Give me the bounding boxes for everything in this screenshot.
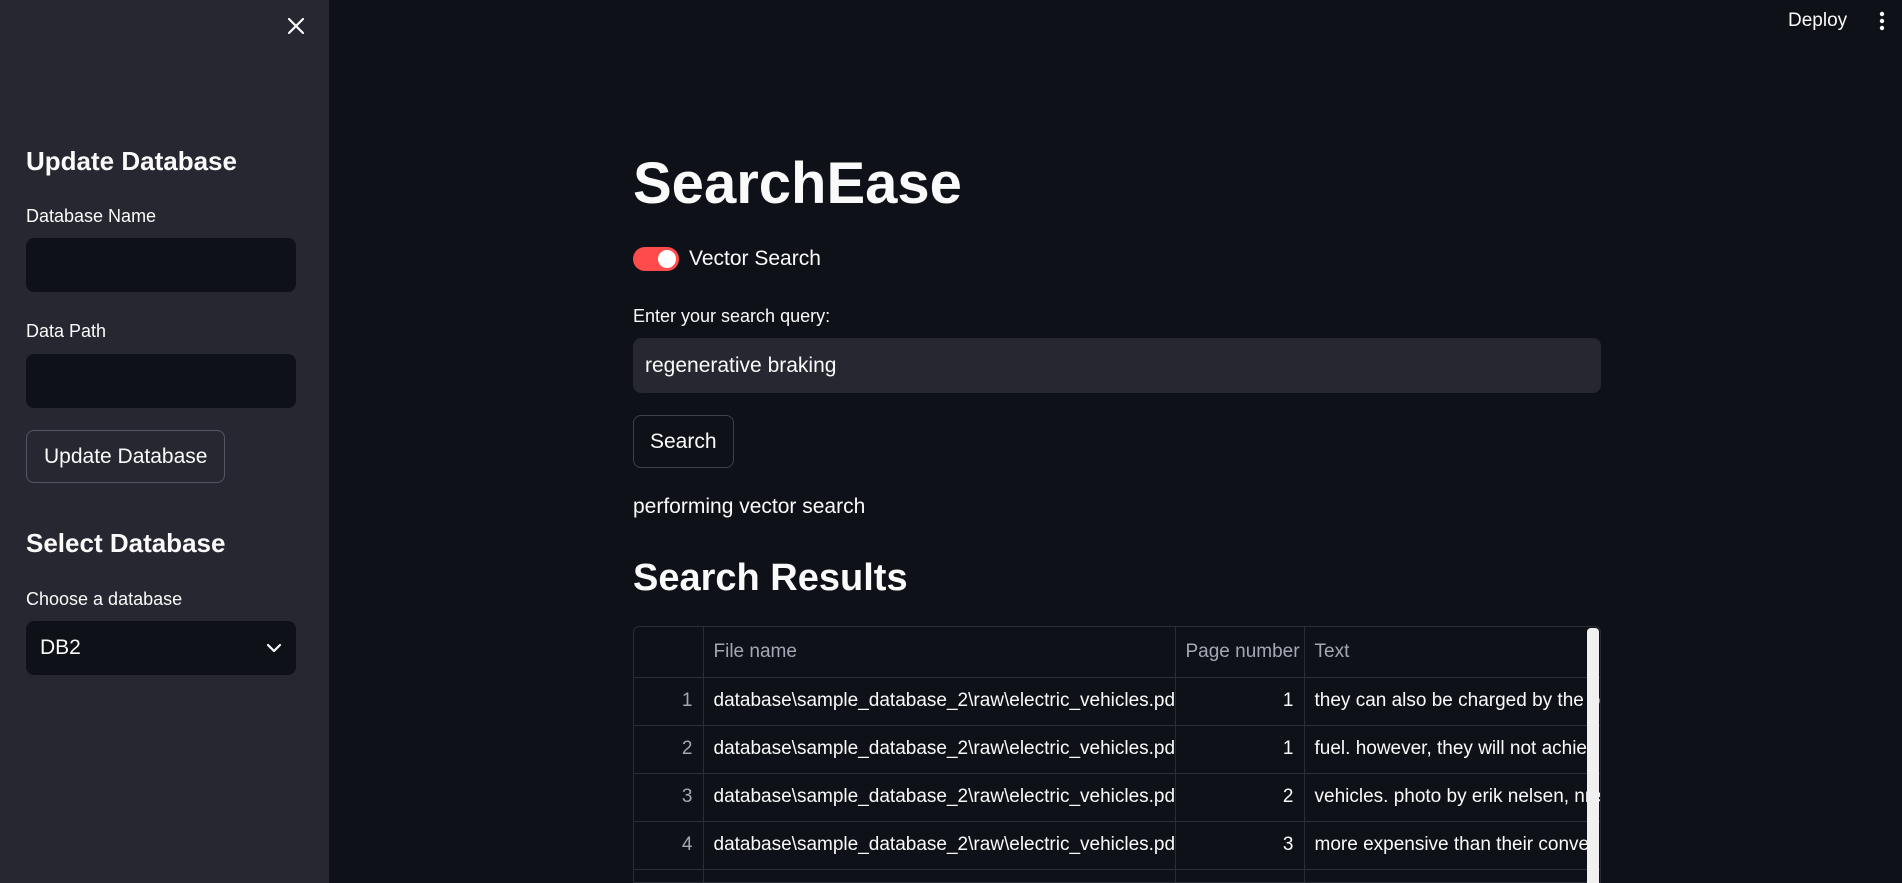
database-name-input[interactable]	[26, 238, 296, 292]
data-path-label: Data Path	[26, 321, 107, 341]
update-database-button[interactable]: Update Database	[26, 430, 226, 483]
row-index: 2	[634, 725, 704, 774]
cell-text[interactable]: more expensive than their conven	[1304, 821, 1600, 870]
vector-search-toggle[interactable]	[633, 247, 679, 271]
cell-file-name[interactable]	[703, 869, 1176, 882]
choose-database-label: Choose a database	[26, 589, 183, 609]
cell-page-number[interactable]: 1	[1175, 677, 1305, 726]
cell-page-number[interactable]	[1175, 869, 1305, 882]
table-row[interactable]: 2 database\sample_database_2\raw\electri…	[634, 725, 1600, 774]
cell-text[interactable]: fuel. however, they will not achiev	[1304, 725, 1600, 774]
cell-page-number[interactable]: 2	[1175, 773, 1305, 822]
results-table[interactable]: File name Page number Text 1 database\sa…	[633, 626, 1601, 883]
cell-file-name[interactable]: database\sample_database_2\raw\electric_…	[703, 677, 1176, 726]
sidebar: Update Database Database Name Data Path …	[0, 0, 329, 883]
column-header-page-number[interactable]: Page number	[1175, 627, 1305, 678]
select-database-heading: Select Database	[26, 528, 226, 558]
database-select-value: DB2	[40, 636, 81, 659]
search-query-label: Enter your search query:	[633, 306, 831, 326]
cell-text[interactable]	[1304, 869, 1600, 882]
cell-page-number[interactable]: 1	[1175, 725, 1305, 774]
search-button[interactable]: Search	[633, 415, 734, 468]
toggle-knob	[658, 250, 676, 268]
cell-text[interactable]: vehicles. photo by erik nelsen, nre	[1304, 773, 1600, 822]
database-name-label: Database Name	[26, 206, 157, 226]
page-title: SearchEase	[633, 151, 962, 216]
row-index: 3	[634, 773, 704, 822]
update-database-heading: Update Database	[26, 146, 237, 176]
search-results-heading: Search Results	[633, 557, 908, 599]
cell-file-name[interactable]: database\sample_database_2\raw\electric_…	[703, 725, 1176, 774]
table-row[interactable]: 1 database\sample_database_2\raw\electri…	[634, 677, 1600, 726]
row-index: 1	[634, 677, 704, 726]
status-text: performing vector search	[633, 495, 866, 518]
search-query-input[interactable]	[633, 338, 1601, 393]
column-header-text[interactable]: Text	[1304, 627, 1600, 678]
vertical-dots-icon	[1879, 11, 1885, 31]
data-path-input[interactable]	[26, 354, 296, 408]
table-header-row: File name Page number Text	[634, 627, 1600, 678]
app-root: Update Database Database Name Data Path …	[0, 0, 1902, 883]
column-header-index[interactable]	[634, 627, 704, 678]
close-icon	[287, 17, 305, 35]
column-header-file-name[interactable]: File name	[703, 627, 1176, 678]
table-scrollbar[interactable]	[1587, 628, 1599, 883]
cell-page-number[interactable]: 3	[1175, 821, 1305, 870]
cell-file-name[interactable]: database\sample_database_2\raw\electric_…	[703, 773, 1176, 822]
main-menu-button[interactable]	[1874, 8, 1890, 34]
cell-file-name[interactable]: database\sample_database_2\raw\electric_…	[703, 821, 1176, 870]
vector-search-label: Vector Search	[689, 247, 821, 270]
row-index: 4	[634, 821, 704, 870]
vector-search-toggle-row: Vector Search	[633, 247, 821, 271]
database-select[interactable]: DB2	[26, 621, 296, 675]
row-index	[634, 869, 704, 882]
table-row[interactable]: 3 database\sample_database_2\raw\electri…	[634, 773, 1600, 822]
table-row[interactable]	[634, 869, 1600, 882]
chevron-down-icon	[266, 643, 282, 653]
cell-text[interactable]: they can also be charged by the co	[1304, 677, 1600, 726]
deploy-button[interactable]: Deploy	[1778, 8, 1857, 34]
table-row[interactable]: 4 database\sample_database_2\raw\electri…	[634, 821, 1600, 870]
close-sidebar-button[interactable]	[280, 10, 312, 42]
